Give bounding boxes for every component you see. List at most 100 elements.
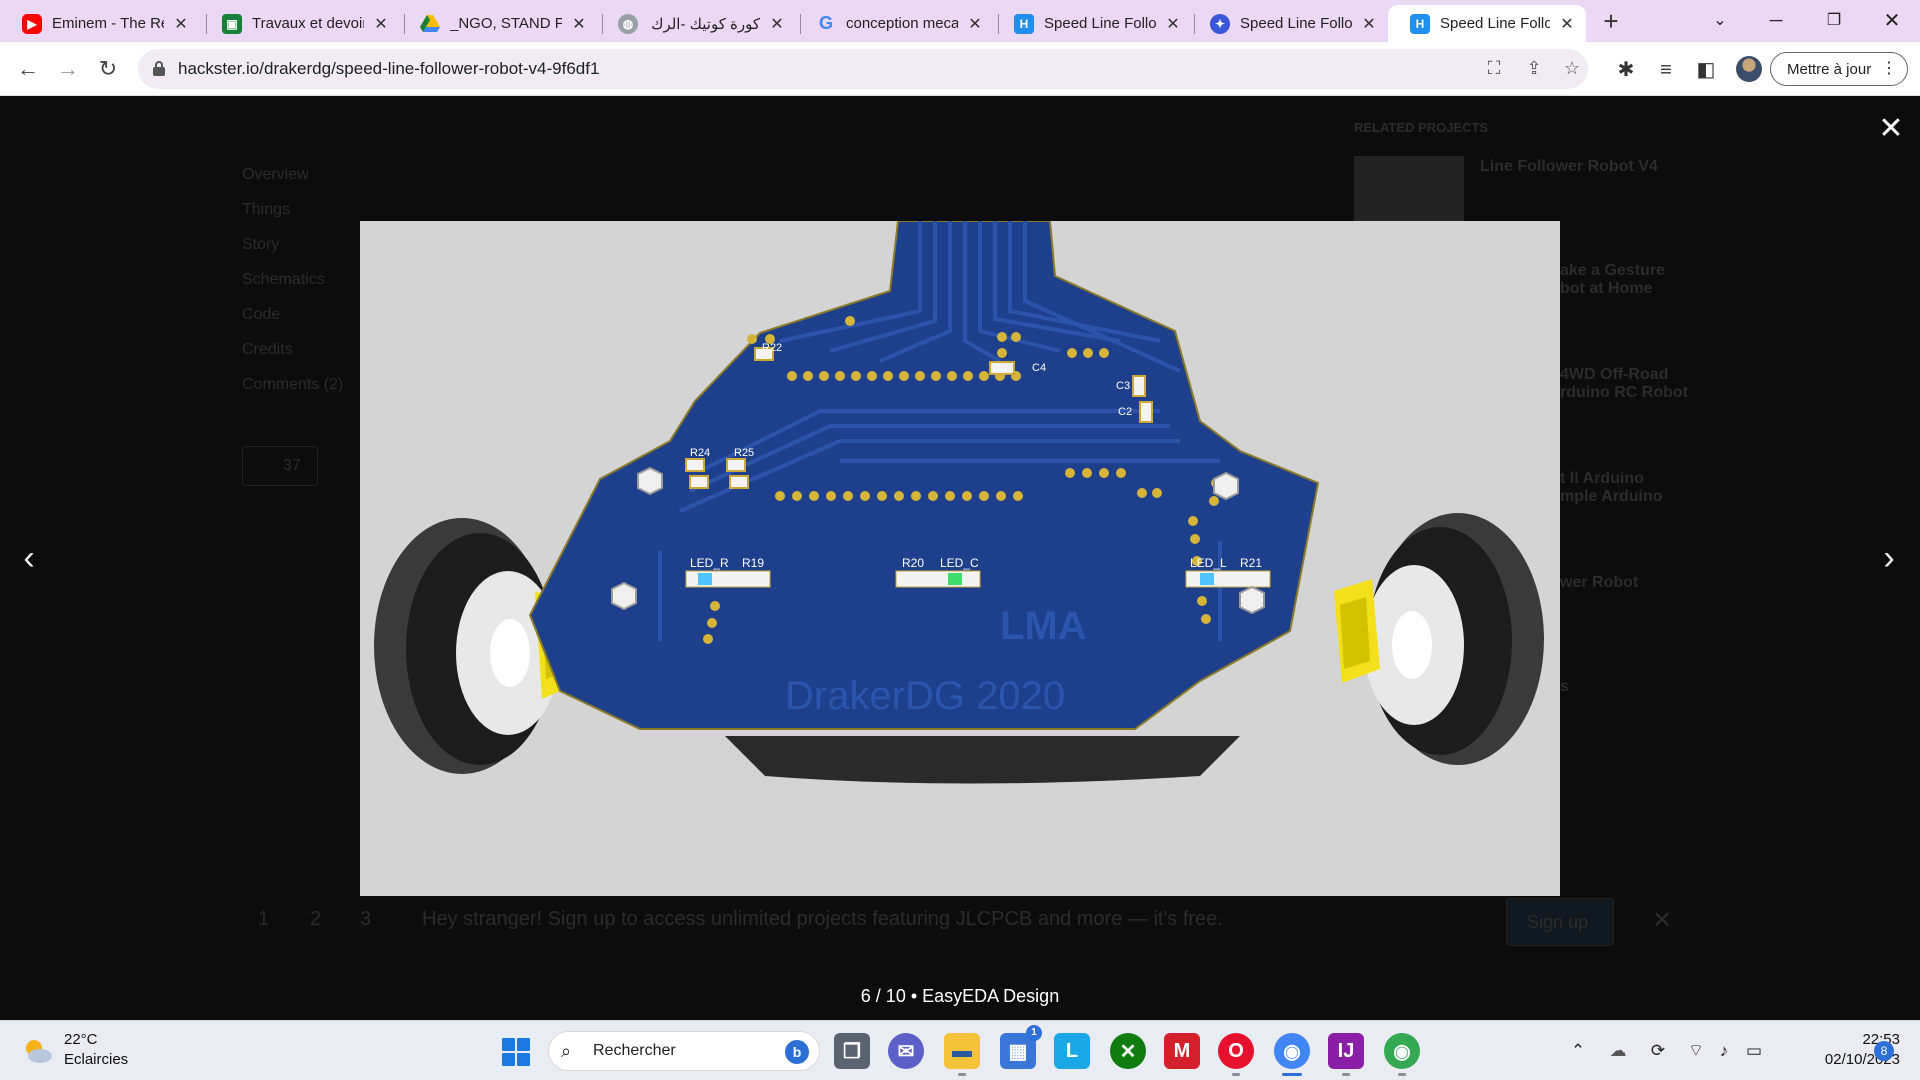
microsoft-store-icon[interactable]: ▦ 1 <box>1000 1025 1042 1069</box>
weather-description[interactable]: Eclaircies <box>64 1051 128 1068</box>
related-project-title[interactable]: t ll Arduino mple Arduino <box>1560 470 1663 506</box>
wifi-icon[interactable]: ⌔ <box>1684 1039 1708 1063</box>
lightbox-close-icon[interactable]: ✕ <box>1878 114 1904 144</box>
chrome-icon[interactable]: ◉ <box>1274 1033 1310 1069</box>
globe-icon: ◍ <box>618 13 638 34</box>
task-view-icon[interactable]: ❐ <box>834 1033 870 1069</box>
tab-google-search[interactable]: G conception mecanique ✕ <box>794 5 994 42</box>
intellij-icon[interactable]: IJ <box>1328 1033 1364 1069</box>
lightbox-prev-icon[interactable]: ‹ <box>14 540 44 576</box>
tab-title: Eminem - The Real Slim Shady <box>52 15 164 32</box>
close-icon[interactable]: ✕ <box>966 14 984 34</box>
search-placeholder: Rechercher <box>593 1042 676 1059</box>
extensions-icon[interactable]: ✱ <box>1612 56 1640 84</box>
partly-cloudy-icon[interactable] <box>20 1034 54 1068</box>
tab-easyeda[interactable]: ✦ Speed Line Follower ✕ <box>1188 5 1388 42</box>
related-project-title[interactable]: 4WD Off-Road rduino RC Robot <box>1560 366 1688 402</box>
nav-credits[interactable]: Credits <box>242 341 293 359</box>
forward-button[interactable]: → <box>52 53 84 85</box>
signup-button[interactable]: Sign up <box>1506 898 1614 946</box>
like-button[interactable]: 37 <box>242 446 318 486</box>
address-bar[interactable]: hackster.io/drakerdg/speed-line-follower… <box>138 49 1588 89</box>
teams-chat-icon[interactable]: ✉ <box>888 1033 924 1069</box>
chrome-profile-icon[interactable]: ◉ <box>1384 1033 1420 1069</box>
nav-things[interactable]: Things <box>242 201 290 219</box>
start-button[interactable] <box>502 1038 530 1066</box>
app-running-indicator <box>1398 1073 1406 1076</box>
close-icon[interactable]: ✕ <box>768 14 786 34</box>
label-r22: R22 <box>762 342 782 354</box>
tab-title: Speed Line Follower <box>1240 15 1352 32</box>
reload-button[interactable]: ↻ <box>92 53 124 85</box>
share-icon[interactable]: ⇪ <box>1522 58 1546 80</box>
related-thumbnail[interactable] <box>1354 156 1464 222</box>
banner-close-icon[interactable]: ✕ <box>1652 906 1672 935</box>
close-icon[interactable]: ✕ <box>172 14 190 34</box>
right-wheel <box>1334 513 1544 765</box>
sync-icon[interactable]: ⟳ <box>1646 1039 1670 1063</box>
pager-2[interactable]: 2 <box>310 908 321 931</box>
mcafee-icon[interactable]: M <box>1164 1033 1200 1069</box>
translate-icon[interactable]: ⛶ <box>1482 58 1506 80</box>
tab-title: Speed Line Follower <box>1044 15 1156 32</box>
media-playlist-icon[interactable]: ≡ <box>1652 56 1680 84</box>
pager-3[interactable]: 3 <box>360 908 371 931</box>
close-icon[interactable]: ✕ <box>1360 14 1378 34</box>
onedrive-error-icon[interactable]: ☁ <box>1606 1039 1630 1063</box>
notification-badge[interactable]: 8 <box>1874 1041 1894 1061</box>
tab-search-chevron-icon[interactable]: ⌄ <box>1692 0 1748 40</box>
opera-icon[interactable]: O <box>1218 1033 1254 1069</box>
side-panel-icon[interactable]: ◧ <box>1692 56 1720 84</box>
like-count: 37 <box>283 457 301 474</box>
lightbox-next-icon[interactable]: › <box>1874 540 1904 576</box>
back-button[interactable]: ← <box>12 53 44 85</box>
pager-1[interactable]: 1 <box>258 908 269 931</box>
nav-story[interactable]: Story <box>242 236 279 254</box>
nav-comments[interactable]: Comments (2) <box>242 376 343 394</box>
related-project-title[interactable]: s <box>1560 678 1569 696</box>
svg-text:LED_C: LED_C <box>940 556 979 570</box>
related-projects-heading: RELATED PROJECTS <box>1354 120 1489 135</box>
label-c4: C4 <box>1032 362 1046 374</box>
file-explorer-icon[interactable]: ▬ <box>944 1033 980 1069</box>
tab-drive[interactable]: _NGO, STAND FOR ✕ <box>398 5 598 42</box>
tab-title: conception mecanique <box>846 15 958 32</box>
profile-avatar[interactable] <box>1736 56 1762 82</box>
app-active-indicator <box>1282 1073 1302 1076</box>
new-tab-button[interactable]: + <box>1596 6 1626 36</box>
close-icon[interactable]: ✕ <box>372 14 390 34</box>
tab-youtube[interactable]: ▶ Eminem - The Real Slim Shady ✕ <box>0 5 200 42</box>
related-project-title[interactable]: Line Follower Robot V4 <box>1480 158 1658 176</box>
tab-arabic-site[interactable]: ◍ كورة كوتيك -الرك ✕ <box>596 5 796 42</box>
nav-overview[interactable]: Overview <box>242 166 309 184</box>
related-project-title[interactable]: ake a Gesture bot at Home <box>1560 262 1665 298</box>
volume-icon[interactable]: ♪ <box>1712 1039 1736 1063</box>
taskbar-search[interactable]: ⌕ Rechercher b <box>548 1031 820 1071</box>
update-button[interactable]: Mettre à jour ⋮ <box>1770 52 1908 86</box>
close-icon[interactable]: ✕ <box>1558 14 1576 34</box>
lightbox-caption: 6 / 10 • EasyEDA Design <box>860 986 1060 1006</box>
tab-hackster-1[interactable]: H Speed Line Follower ✕ <box>992 5 1192 42</box>
svg-text:LED_R: LED_R <box>690 556 729 570</box>
tray-overflow-chevron-icon[interactable]: ⌃ <box>1566 1039 1590 1063</box>
minimize-button[interactable]: ─ <box>1748 0 1804 40</box>
nav-code[interactable]: Code <box>242 306 280 324</box>
close-icon[interactable]: ✕ <box>1164 14 1182 34</box>
restore-button[interactable]: ❐ <box>1806 0 1862 40</box>
xbox-icon[interactable]: ✕ <box>1110 1033 1146 1069</box>
bing-icon[interactable]: b <box>785 1040 809 1064</box>
bookmark-star-icon[interactable]: ☆ <box>1560 58 1584 80</box>
window-close-button[interactable]: ✕ <box>1864 0 1920 40</box>
lexicon-app-icon[interactable]: L <box>1054 1033 1090 1069</box>
weather-temperature[interactable]: 22°C <box>64 1031 98 1048</box>
label-c3: C3 <box>1116 380 1130 392</box>
tab-classroom[interactable]: ▣ Travaux et devoirs ✕ <box>200 5 400 42</box>
tab-hackster-active[interactable]: H Speed Line Follower ✕ <box>1388 5 1586 42</box>
close-icon[interactable]: ✕ <box>570 14 588 34</box>
related-project-title[interactable]: wer Robot <box>1560 574 1638 592</box>
easyeda-icon: ✦ <box>1210 13 1230 34</box>
menu-dots-icon: ⋮ <box>1881 60 1897 77</box>
battery-icon[interactable]: ▭ <box>1742 1039 1766 1063</box>
nav-schematics[interactable]: Schematics <box>242 271 325 289</box>
url-text[interactable]: hackster.io/drakerdg/speed-line-follower… <box>178 59 599 79</box>
